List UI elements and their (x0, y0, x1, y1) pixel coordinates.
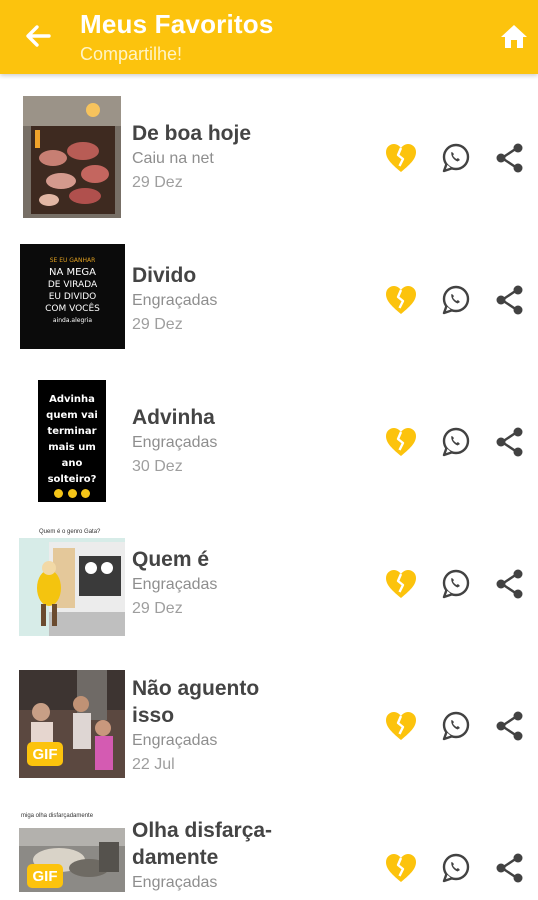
whatsapp-icon[interactable] (439, 425, 473, 459)
item-title: De boa hoje (132, 122, 252, 145)
item-date: 22 Jul (132, 756, 175, 773)
item-category: Caiu na net (132, 150, 214, 167)
gif-badge: GIF (27, 742, 63, 766)
item-title: Quem é (132, 548, 210, 571)
broken-heart-icon[interactable] (384, 851, 418, 885)
gif-badge: GIF (27, 864, 63, 888)
list-item[interactable]: SE EU GANHAR NA MEGA DE VIRADA EU DIVIDO… (0, 216, 538, 358)
broken-heart-icon[interactable] (384, 141, 418, 175)
share-icon[interactable] (493, 851, 527, 885)
thumbnail-caption: Advinha quem vai terminar mais um ano so… (38, 392, 106, 502)
item-category: Engraçadas (132, 292, 218, 309)
whatsapp-icon[interactable] (439, 851, 473, 885)
item-date: 29 Dez (132, 174, 183, 191)
item-text: Olha disfarça- damente Engraçadas (132, 817, 272, 895)
item-title: Olha disfarça- (132, 819, 273, 842)
item-text: De boa hoje Caiu na net 29 Dez (132, 120, 251, 195)
whatsapp-icon[interactable] (439, 283, 473, 317)
whatsapp-icon[interactable] (439, 141, 473, 175)
broken-heart-icon[interactable] (384, 567, 418, 601)
list-item[interactable]: Advinha quem vai terminar mais um ano so… (0, 358, 538, 502)
thumbnail-caption: SE EU GANHAR NA MEGA DE VIRADA EU DIVIDO… (45, 257, 100, 324)
item-category: Engraçadas (132, 434, 218, 451)
item-text: Advinha Engraçadas 30 Dez (132, 404, 217, 479)
page-subtitle: Compartilhe! (80, 44, 183, 64)
thumbnail-image: Advinha quem vai terminar mais um ano so… (38, 380, 106, 502)
item-title: Divido (132, 264, 197, 287)
item-text: Divido Engraçadas 29 Dez (132, 262, 217, 337)
page-title: Meus Favoritos (80, 9, 274, 39)
thumbnail-image: miga olha disfarçadamente GIF (19, 812, 125, 892)
share-icon[interactable] (493, 283, 527, 317)
item-category: Engraçadas (132, 874, 218, 891)
share-icon[interactable] (493, 425, 527, 459)
whatsapp-icon[interactable] (439, 567, 473, 601)
arrow-left-icon[interactable] (22, 20, 54, 52)
list-item[interactable]: Quem é o genro Gata? Quem é Engraçadas 2… (0, 500, 538, 642)
item-category: Engraçadas (132, 732, 218, 749)
app-bar: Meus Favoritos Compartilhe! (0, 0, 538, 74)
list-item[interactable]: De boa hoje Caiu na net 29 Dez (0, 74, 538, 218)
item-title: Não aguento (132, 677, 260, 700)
item-title: Advinha (132, 406, 215, 429)
thumbnail-image: GIF (19, 670, 125, 778)
share-icon[interactable] (493, 141, 527, 175)
home-icon[interactable] (500, 22, 528, 50)
thumbnail-image (23, 96, 121, 218)
item-category: Engraçadas (132, 576, 218, 593)
share-icon[interactable] (493, 567, 527, 601)
share-icon[interactable] (493, 709, 527, 743)
broken-heart-icon[interactable] (384, 709, 418, 743)
broken-heart-icon[interactable] (384, 425, 418, 459)
item-text: Quem é Engraçadas 29 Dez (132, 546, 217, 621)
item-date: 29 Dez (132, 600, 183, 617)
item-title-line2: damente (132, 846, 219, 869)
favorites-list: De boa hoje Caiu na net 29 Dez SE EU GAN… (0, 74, 538, 900)
list-item[interactable]: GIF Não aguento isso Engraçadas 22 Jul (0, 642, 538, 784)
item-title-line2: isso (132, 704, 175, 727)
item-date: 29 Dez (132, 316, 183, 333)
list-item[interactable]: miga olha disfarçadamente GIF Olha disfa… (0, 784, 538, 900)
thumbnail-image: SE EU GANHAR NA MEGA DE VIRADA EU DIVIDO… (20, 244, 125, 349)
item-text: Não aguento isso Engraçadas 22 Jul (132, 675, 259, 777)
thumbnail-image: Quem é o genro Gata? (19, 528, 125, 636)
whatsapp-icon[interactable] (439, 709, 473, 743)
item-date: 30 Dez (132, 458, 183, 475)
broken-heart-icon[interactable] (384, 283, 418, 317)
